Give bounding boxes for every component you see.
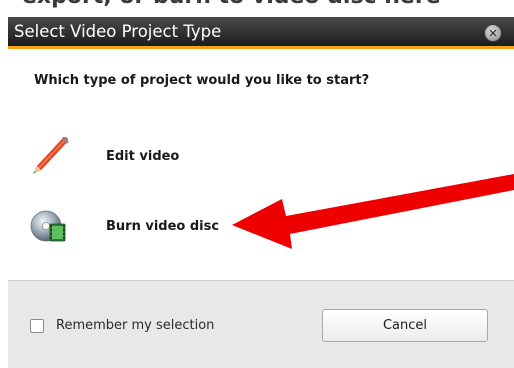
close-icon: ✕ [488,26,498,40]
remember-selection-label: Remember my selection [56,318,215,333]
burn-video-disc-option[interactable]: Burn video disc [28,204,248,248]
background-window-text: export, or burn to video disc here [22,0,441,9]
screenshot: export, or burn to video disc here Selec… [0,0,514,368]
close-button[interactable]: ✕ [484,24,502,42]
video-disc-icon [30,210,66,242]
remember-selection-checkbox[interactable]: Remember my selection [30,318,214,333]
checkbox-box[interactable] [30,318,44,333]
pencil-icon [33,137,69,174]
select-video-project-type-dialog: Select Video Project Type ✕ Which type o… [8,17,514,368]
edit-video-label: Edit video [106,148,180,164]
dialog-footer: Remember my selection Cancel [8,280,514,368]
edit-video-option[interactable]: Edit video [28,134,248,178]
dialog-title-bar: Select Video Project Type ✕ [8,17,514,49]
dialog-title: Select Video Project Type [14,22,222,41]
burn-video-disc-label: Burn video disc [106,218,220,234]
project-type-question: Which type of project would you like to … [34,73,370,88]
cancel-button[interactable]: Cancel [322,309,488,342]
